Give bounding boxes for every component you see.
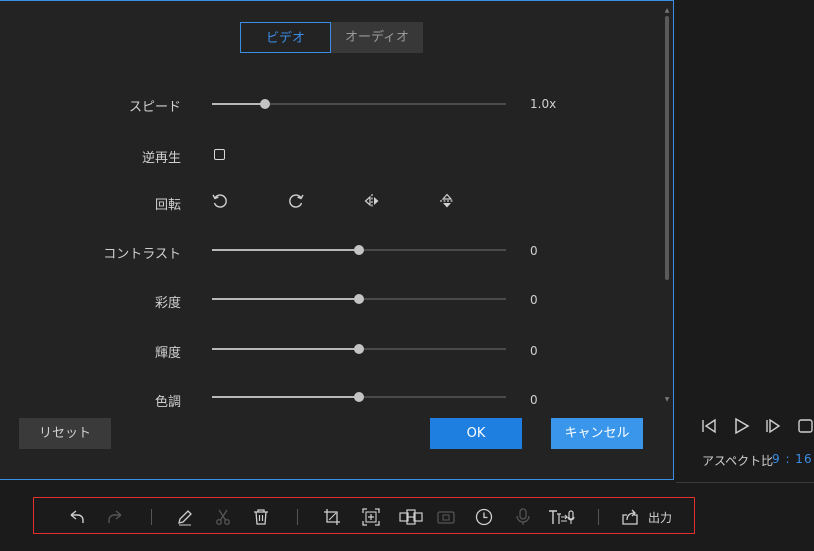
reverse-label: 逆再生 [141,151,181,166]
tab-audio[interactable]: オーディオ [331,22,423,53]
scroll-up-arrow[interactable]: ▲ [664,8,670,14]
rotate-ccw-icon[interactable] [211,192,229,210]
speed-label: スピード [128,100,181,115]
export-icon[interactable] [620,508,640,526]
zoom-frame-icon[interactable] [362,508,380,526]
brightness-slider-fill [212,348,359,350]
speed-slider-knob[interactable] [260,99,270,109]
aspect-ratio-value[interactable]: 9 : 16 [772,452,813,466]
reset-button[interactable]: リセット [19,418,111,449]
aspect-ratio-label: アスペクト比 [702,454,774,468]
speed-slider-fill [212,103,265,105]
flip-horizontal-icon[interactable] [363,192,381,210]
brightness-label: 輝度 [154,346,181,361]
next-frame-icon[interactable] [764,417,782,435]
scroll-down-arrow[interactable]: ▼ [664,397,670,403]
undo-icon[interactable] [68,508,86,526]
reverse-checkbox[interactable] [214,149,225,160]
toolbar-separator [151,509,152,525]
toolbar-separator [598,509,599,525]
cancel-button[interactable]: キャンセル [551,418,643,449]
preview-panel [675,0,814,480]
stop-icon[interactable] [797,417,814,435]
speed-value: 1.0x [530,97,557,111]
duration-clock-icon[interactable] [475,508,493,526]
brightness-slider-knob[interactable] [354,344,364,354]
rotate-cw-icon[interactable] [287,192,305,210]
redo-icon [108,510,122,523]
microphone-icon [516,508,530,525]
text-to-speech-icon[interactable] [548,508,576,526]
prev-frame-icon[interactable] [700,417,718,435]
contrast-value: 0 [530,244,538,258]
saturation-slider-knob[interactable] [354,294,364,304]
hue-value: 0 [530,393,538,407]
hue-slider-fill [212,396,359,398]
export-label[interactable]: 出力 [648,509,672,526]
flip-vertical-icon[interactable] [438,192,456,210]
tab-video[interactable]: ビデオ [240,22,331,53]
play-icon[interactable] [732,417,750,435]
mosaic-icon[interactable] [398,508,424,526]
freeze-frame-icon [437,511,455,524]
toolbar-separator [297,509,298,525]
contrast-label: コントラスト [103,247,181,262]
video-edit-dialog [0,0,674,480]
ok-button[interactable]: OK [430,418,522,449]
saturation-label: 彩度 [154,296,181,311]
scissors-icon [216,509,230,525]
dialog-top-border [0,0,674,1]
preview-divider [676,482,814,483]
saturation-slider-fill [212,298,359,300]
contrast-slider-fill [212,249,359,251]
dialog-scrollbar-thumb[interactable] [665,16,669,280]
contrast-slider-knob[interactable] [354,245,364,255]
hue-slider-knob[interactable] [354,392,364,402]
hue-label: 色調 [154,395,181,410]
trash-icon[interactable] [252,508,270,526]
brightness-value: 0 [530,344,538,358]
saturation-value: 0 [530,293,538,307]
crop-icon[interactable] [323,508,341,526]
rotate-label: 回転 [154,198,181,213]
pencil-icon[interactable] [176,508,194,526]
